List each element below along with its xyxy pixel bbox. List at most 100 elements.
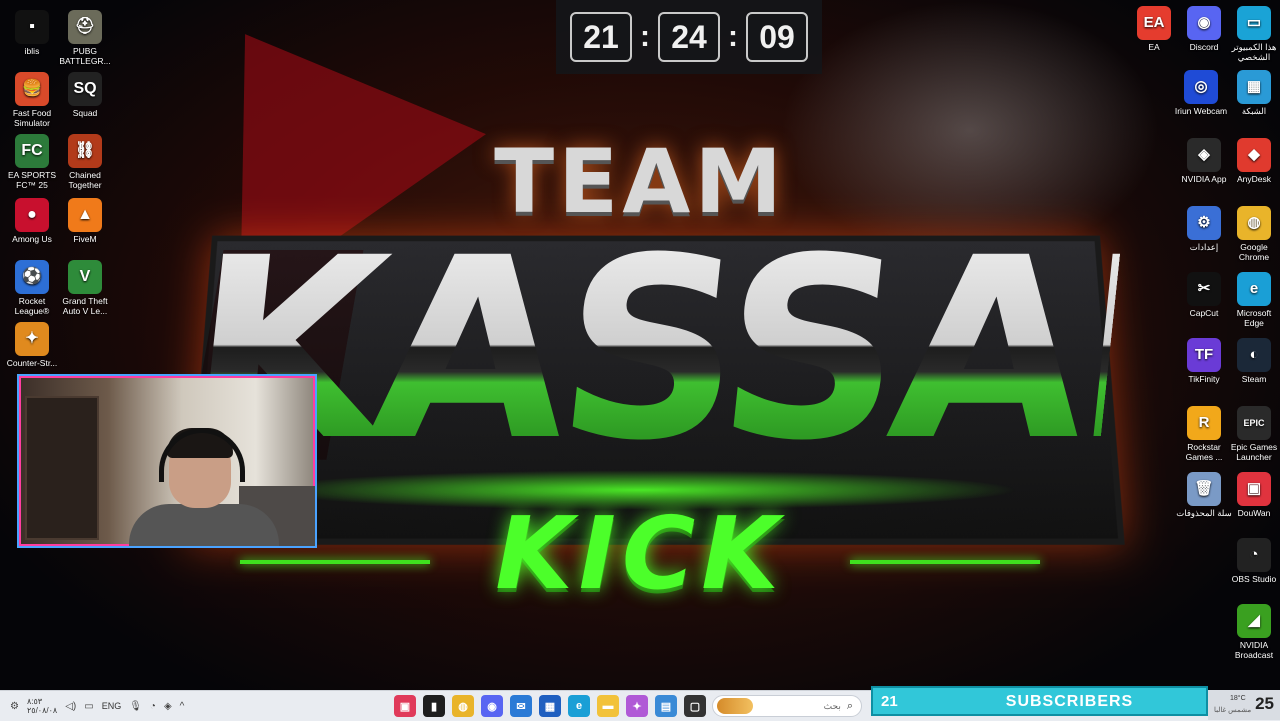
desktop-icon-label: Iriun Webcam bbox=[1174, 106, 1228, 116]
desktop-icon-epic-games[interactable]: EPIC Epic Games Launcher bbox=[1226, 406, 1280, 462]
clock-minutes: 24 bbox=[658, 12, 720, 62]
chevron-up-icon[interactable]: ^ bbox=[180, 701, 185, 712]
desktop-icon-label: TikFinity bbox=[1188, 374, 1220, 384]
desktop-icon-tikfinity[interactable]: TF TikFinity bbox=[1176, 338, 1232, 384]
subscribers-label: SUBSCRIBERS bbox=[1005, 693, 1134, 710]
search-placeholder: بحث bbox=[823, 700, 841, 711]
this-pc-icon: ▭ bbox=[1237, 6, 1271, 40]
weather-temp: 18°C bbox=[1230, 695, 1246, 702]
subscribers-overlay: SUBSCRIBERS 21 bbox=[871, 686, 1208, 716]
display-icon[interactable]: ▭ bbox=[84, 701, 93, 712]
webcam-person-body bbox=[129, 504, 279, 546]
edge-icon: e bbox=[1237, 272, 1271, 306]
douwan-icon: ▣ bbox=[1237, 472, 1271, 506]
desktop-icon-label: OBS Studio bbox=[1231, 574, 1277, 584]
discord-icon: ◉ bbox=[1187, 6, 1221, 40]
file-explorer-icon[interactable]: ▬ bbox=[597, 695, 619, 717]
desktop-icon-label: Counter-Str... bbox=[6, 358, 58, 368]
desktop-icon-chained-together[interactable]: ⛓ Chained Together bbox=[55, 134, 115, 190]
desktop-icon-label: هذا الكمبيوتر الشخصي bbox=[1231, 42, 1277, 62]
system-tray: ⚙ ٨:٥٣ ٢٥/٠٨/٠٨ ◁) ▭ ENG 🎙 ◔ ◈ ^ bbox=[10, 691, 184, 721]
desktop-icon-counter-strike[interactable]: ✦ Counter-Str... bbox=[2, 322, 62, 368]
desktop-icon-network[interactable]: ▦ الشبكة bbox=[1226, 70, 1280, 116]
among-us-icon: ● bbox=[15, 198, 49, 232]
task-view-icon[interactable]: ▢ bbox=[684, 695, 706, 717]
volume-icon[interactable]: ◁) bbox=[65, 701, 76, 712]
desktop-icon-nvidia-broadcast[interactable]: ◢ NVIDIA Broadcast bbox=[1226, 604, 1280, 660]
desktop-icon-discord[interactable]: ◉ Discord bbox=[1176, 6, 1232, 52]
desktop-icon-rocket-league[interactable]: ⚽ Rocket League® bbox=[2, 260, 62, 316]
stream-clock: 21 : 24 : 09 bbox=[556, 0, 822, 74]
desktop-icon-blank-file[interactable]: ▪ iblis bbox=[2, 10, 62, 56]
desktop-icon-recycle-bin[interactable]: 🗑 سلة المحذوفات bbox=[1176, 472, 1232, 518]
taskbar-apps: ▣ ▮ ◍ ◉ ✉ ▦ e ▬ ✦ ▤ ▢ bbox=[394, 691, 706, 721]
widget-taskbar-icon[interactable]: ▤ bbox=[655, 695, 677, 717]
squad-icon: SQ bbox=[68, 72, 102, 106]
chrome-icon: ◍ bbox=[1237, 206, 1271, 240]
clock-separator: : bbox=[728, 20, 738, 53]
desktop-icon-nvidia-app[interactable]: ◈ NVIDIA App bbox=[1176, 138, 1232, 184]
desktop-icon-label: Steam bbox=[1241, 374, 1267, 384]
desktop-icon-steam[interactable]: ◐ Steam bbox=[1226, 338, 1280, 384]
kick-app-icon[interactable]: ▣ bbox=[394, 695, 416, 717]
clock-seconds: 09 bbox=[746, 12, 808, 62]
desktop-icon-gta[interactable]: V Grand Theft Auto V Le... bbox=[55, 260, 115, 316]
desktop-icon-label: Microsoft Edge bbox=[1236, 308, 1272, 328]
desktop-icon-chrome[interactable]: ◍ Google Chrome bbox=[1226, 206, 1280, 262]
desktop-icon-among-us[interactable]: ● Among Us bbox=[2, 198, 62, 244]
desktop-icon-this-pc[interactable]: ▭ هذا الكمبيوتر الشخصي bbox=[1226, 6, 1280, 62]
tray-time: ٨:٥٣ bbox=[26, 697, 43, 706]
ea-icon: EA bbox=[1137, 6, 1171, 40]
desktop-icon-capcut[interactable]: ✂ CapCut bbox=[1176, 272, 1232, 318]
mail-taskbar-icon[interactable]: ✉ bbox=[510, 695, 532, 717]
desktop-icon-ea[interactable]: EA EA bbox=[1126, 6, 1182, 52]
desktop-icon-anydesk[interactable]: ◆ AnyDesk bbox=[1226, 138, 1280, 184]
desktop-icon-label: سلة المحذوفات bbox=[1176, 508, 1232, 518]
webcam-shelf bbox=[25, 396, 99, 540]
weather-side-number: 25 bbox=[1255, 694, 1274, 713]
rockstar-icon: R bbox=[1187, 406, 1221, 440]
search-box[interactable]: بحث ⌕ bbox=[712, 695, 862, 717]
tray-date: ٢٥/٠٨/٠٨ bbox=[26, 706, 58, 715]
desktop-icon-fast-food[interactable]: 🍔 Fast Food Simulator bbox=[2, 72, 62, 128]
desktop-icon-label: إعدادات bbox=[1189, 242, 1219, 252]
nvidia-app-icon: ◈ bbox=[1187, 138, 1221, 172]
tray-clock[interactable]: ٨:٥٣ ٢٥/٠٨/٠٨ bbox=[27, 697, 57, 715]
desktop-icon-label: NVIDIA Broadcast bbox=[1234, 640, 1274, 660]
nvidia-tray-icon[interactable]: ◈ bbox=[164, 701, 172, 712]
clock-hours: 21 bbox=[570, 12, 632, 62]
desktop-icon-obs[interactable]: ◔ OBS Studio bbox=[1226, 538, 1280, 584]
desktop-icon-label: Among Us bbox=[12, 234, 52, 244]
desktop-icon-label: Rockstar Games ... bbox=[1185, 442, 1223, 462]
desktop-icon-label: Google Chrome bbox=[1238, 242, 1270, 262]
desktop-icon-settings[interactable]: ⚙ إعدادات bbox=[1176, 206, 1232, 252]
chrome-taskbar-icon[interactable]: ◍ bbox=[452, 695, 474, 717]
copilot-taskbar-icon[interactable]: ✦ bbox=[626, 695, 648, 717]
desktop-icon-label: الشبكة bbox=[1241, 106, 1267, 116]
desktop-icon-iriun-webcam[interactable]: ◎ Iriun Webcam bbox=[1173, 70, 1229, 116]
language-indicator[interactable]: ENG bbox=[102, 701, 122, 711]
fivem-icon: ▲ bbox=[68, 198, 102, 232]
discord-taskbar-icon[interactable]: ◉ bbox=[481, 695, 503, 717]
anydesk-icon: ◆ bbox=[1237, 138, 1271, 172]
desktop-icon-label: EA bbox=[1148, 42, 1160, 52]
desktop-icon-fivem[interactable]: ▲ FiveM bbox=[55, 198, 115, 244]
desktop-icon-squad[interactable]: SQ Squad bbox=[55, 72, 115, 118]
weather-widget[interactable]: 18°C مشمس غالبا 25 bbox=[1208, 690, 1280, 720]
obs-tray-icon[interactable]: ◔ bbox=[150, 701, 156, 712]
microphone-icon[interactable]: 🎙 bbox=[129, 701, 142, 712]
edge-taskbar-icon[interactable]: e bbox=[568, 695, 590, 717]
terminal-app-icon[interactable]: ▮ bbox=[423, 695, 445, 717]
desktop-icon-label: Fast Food Simulator bbox=[12, 108, 52, 128]
obs-icon: ◔ bbox=[1237, 538, 1271, 572]
steam-icon: ◐ bbox=[1237, 338, 1271, 372]
calendar-taskbar-icon[interactable]: ▦ bbox=[539, 695, 561, 717]
blank-file-icon: ▪ bbox=[15, 10, 49, 44]
search-icon: ⌕ bbox=[846, 699, 853, 712]
desktop-icon-pubg[interactable]: ⛑ PUBG BATTLEGR... bbox=[55, 10, 115, 66]
settings-tray-icon[interactable]: ⚙ bbox=[10, 701, 19, 712]
desktop-icon-douwan[interactable]: ▣ DouWan bbox=[1226, 472, 1280, 518]
desktop-icon-edge[interactable]: e Microsoft Edge bbox=[1226, 272, 1280, 328]
desktop-icon-fc25[interactable]: FC EA SPORTS FC™ 25 bbox=[2, 134, 62, 190]
desktop-icon-rockstar[interactable]: R Rockstar Games ... bbox=[1176, 406, 1232, 462]
